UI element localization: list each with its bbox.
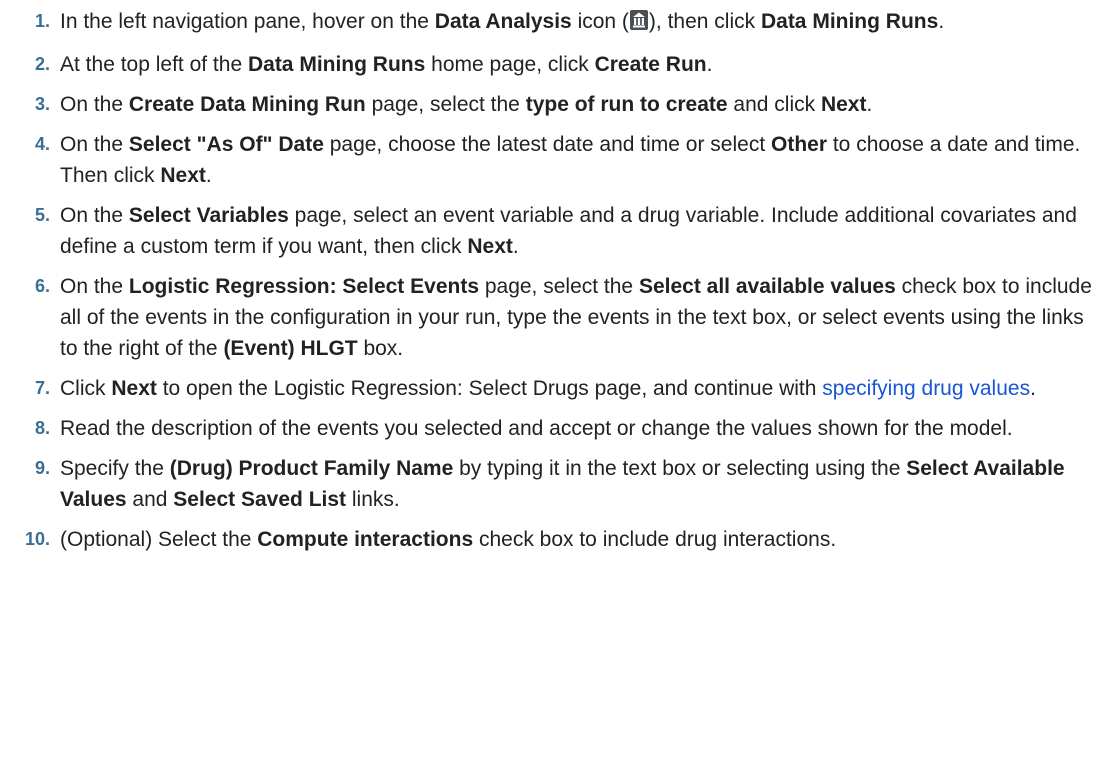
text-run: On the — [60, 275, 129, 298]
ui-term: Next — [111, 377, 157, 400]
procedure-steps: 1. In the left navigation pane, hover on … — [0, 0, 1105, 555]
text-run: . — [938, 10, 945, 33]
ui-term: Data Analysis — [434, 10, 572, 33]
step-item: 9. Specify the (Drug) Product Family Name… — [0, 453, 1105, 515]
step-item: 2. At the top left of the Data Mining Run… — [0, 49, 1105, 80]
text-run: page, select the — [365, 93, 526, 116]
step-text: At the top left of the Data Mining Runs … — [60, 53, 712, 76]
text-run: links. — [346, 488, 400, 511]
step-item: 6. On the Logistic Regression: Select Eve… — [0, 271, 1105, 364]
step-text: On the Select Variables page, select an … — [60, 204, 1077, 258]
text-run: home page, click — [425, 53, 595, 76]
text-run: On the — [60, 93, 129, 116]
text-run: check box to include drug interactions. — [473, 528, 837, 551]
ui-term: type of run to create — [525, 93, 728, 116]
text-run: At the top left of the — [60, 53, 248, 76]
step-item: 10. (Optional) Select the Compute interac… — [0, 524, 1105, 555]
step-item: 7. Click Next to open the Logistic Regres… — [0, 373, 1105, 404]
text-run: ), then click — [648, 10, 761, 33]
text-run: and click — [727, 93, 821, 116]
step-text: Read the description of the events you s… — [60, 417, 1013, 440]
text-run: (Optional) Select the — [60, 528, 258, 551]
step-text: On the Select "As Of" Date page, choose … — [60, 133, 1080, 187]
step-item: 1. In the left navigation pane, hover on … — [0, 6, 1105, 40]
text-run: by typing it in the text box or selectin… — [453, 457, 907, 480]
text-run: Specify the — [60, 457, 170, 480]
step-number: 8. — [34, 418, 50, 438]
text-run: . — [706, 53, 713, 76]
text-run: On the — [60, 204, 129, 227]
ui-term: Select Variables — [128, 204, 289, 227]
step-text: Specify the (Drug) Product Family Name b… — [60, 457, 1065, 511]
ui-term: Next — [160, 164, 206, 187]
step-text: On the Create Data Mining Run page, sele… — [60, 93, 872, 116]
step-item: 4. On the Select "As Of" Date page, choos… — [0, 129, 1105, 191]
ui-term: Other — [771, 133, 828, 156]
text-run: . — [512, 235, 519, 258]
ui-term: Create Run — [594, 53, 707, 76]
text-run: and — [126, 488, 174, 511]
step-number: 2. — [34, 54, 50, 74]
ui-term: Compute interactions — [257, 528, 474, 551]
ui-term: (Drug) Product Family Name — [169, 457, 454, 480]
ui-term: (Event) HLGT — [223, 337, 358, 360]
ui-term: Select all available values — [638, 275, 896, 298]
data-analysis-icon — [629, 9, 649, 40]
step-item: 5. On the Select Variables page, select a… — [0, 200, 1105, 262]
text-run: icon ( — [571, 10, 629, 33]
step-number: 7. — [34, 378, 50, 398]
text-run: box. — [357, 337, 404, 360]
step-number: 10. — [24, 529, 50, 549]
text-run: Read the description of the events you s… — [60, 417, 1013, 440]
ui-term: Create Data Mining Run — [128, 93, 366, 116]
ui-term: Logistic Regression: Select Events — [128, 275, 479, 298]
step-item: 3. On the Create Data Mining Run page, se… — [0, 89, 1105, 120]
text-run: . — [866, 93, 873, 116]
step-text: Click Next to open the Logistic Regressi… — [60, 377, 1036, 400]
step-text: On the Logistic Regression: Select Event… — [60, 275, 1092, 360]
text-run: Click — [60, 377, 112, 400]
ui-term: Select Saved List — [173, 488, 347, 511]
step-number: 9. — [34, 458, 50, 478]
text-run: . — [205, 164, 212, 187]
specifying-drug-values-link[interactable]: specifying drug values — [822, 377, 1030, 400]
ui-term: Next — [467, 235, 513, 258]
ui-term: Next — [820, 93, 867, 116]
step-number: 1. — [34, 11, 50, 31]
step-text: (Optional) Select the Compute interactio… — [60, 528, 836, 551]
ui-term: Data Mining Runs — [247, 53, 426, 76]
ui-term: Select "As Of" Date — [128, 133, 324, 156]
step-number: 6. — [34, 276, 50, 296]
step-number: 4. — [34, 134, 50, 154]
text-run: . — [1030, 377, 1036, 400]
text-run: In the left navigation pane, hover on th… — [60, 10, 435, 33]
text-run: to open the Logistic Regression: Select … — [156, 377, 823, 400]
step-text: In the left navigation pane, hover on th… — [60, 10, 944, 33]
text-run: page, choose the latest date and time or… — [323, 133, 771, 156]
step-number: 5. — [34, 205, 50, 225]
step-number: 3. — [34, 94, 50, 114]
text-run: On the — [60, 133, 129, 156]
ui-term: Data Mining Runs — [760, 10, 939, 33]
text-run: page, select the — [479, 275, 639, 298]
step-item: 8. Read the description of the events you… — [0, 413, 1105, 444]
